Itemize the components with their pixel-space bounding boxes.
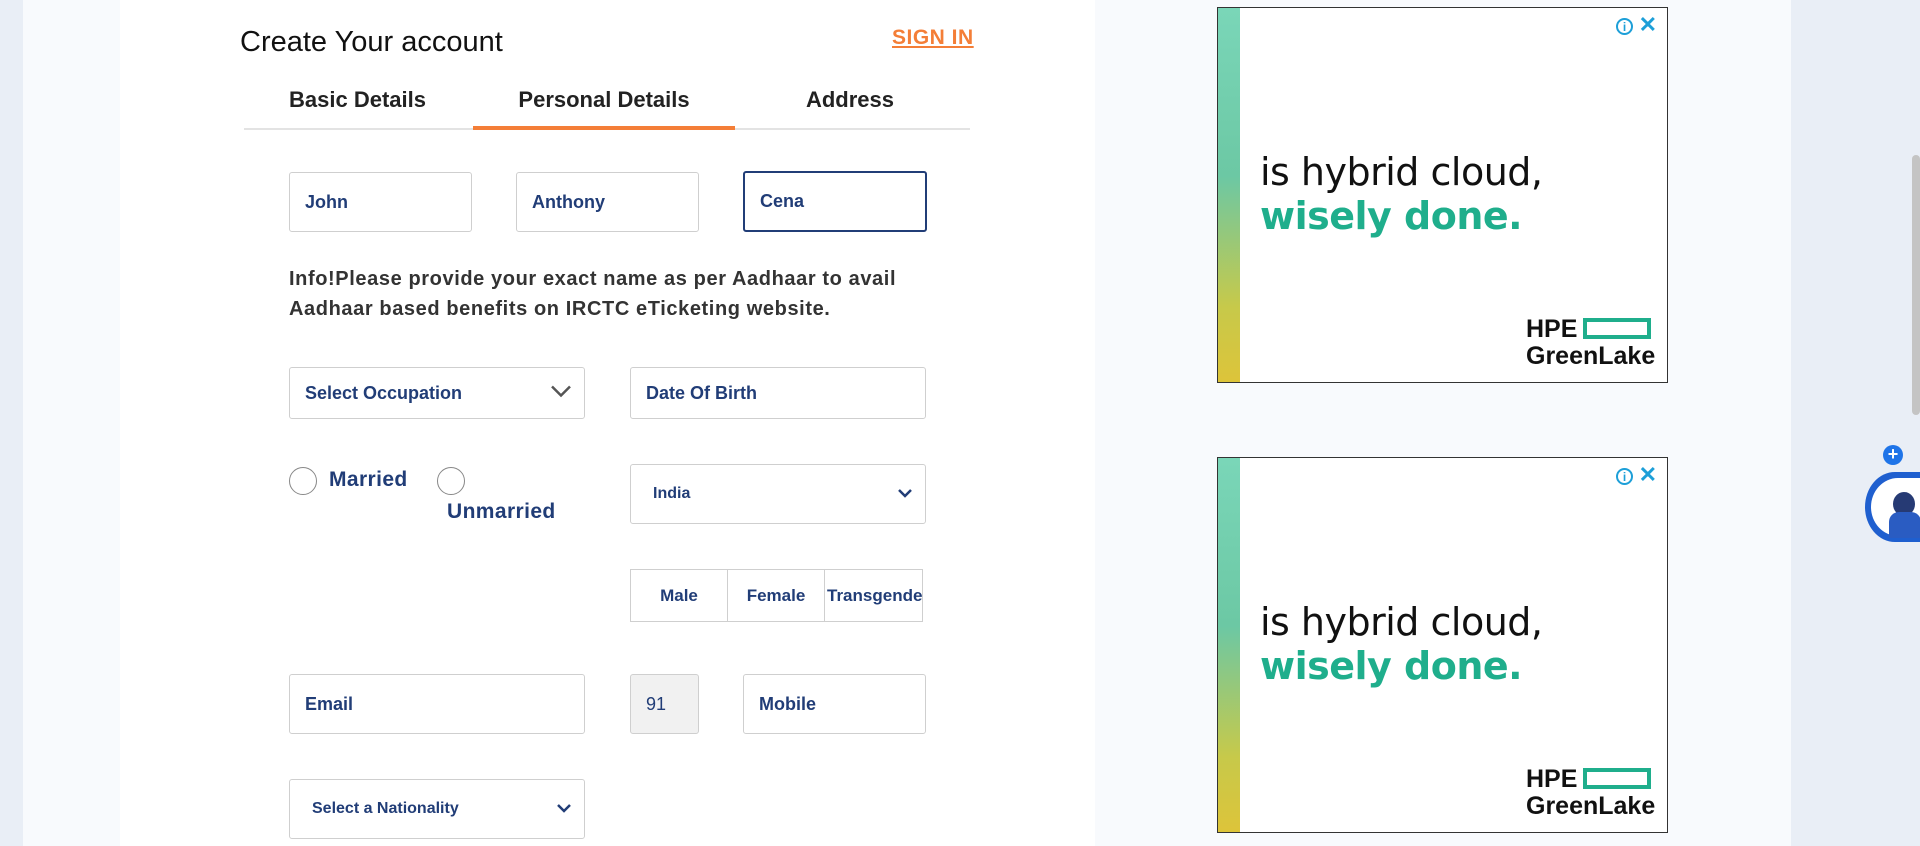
gender-male-button[interactable]: Male (630, 569, 728, 622)
mobile-input[interactable]: Mobile (743, 674, 926, 734)
gender-selector: Male Female Transgende (630, 569, 923, 622)
tab-address[interactable]: Address (735, 80, 965, 128)
last-name-input[interactable]: Cena (743, 171, 927, 232)
ad-logo-top: HPE (1526, 315, 1578, 343)
unmarried-label: Unmarried (447, 500, 556, 523)
nationality-select[interactable]: Select a Nationality (289, 779, 585, 839)
unmarried-radio[interactable] (437, 467, 465, 495)
hpe-logo-box-icon (1583, 767, 1652, 789)
chevron-down-icon (897, 485, 913, 503)
ad-gradient-bar (1218, 458, 1240, 832)
date-of-birth-input[interactable]: Date Of Birth (630, 367, 926, 419)
email-input[interactable]: Email (289, 674, 585, 734)
hpe-logo-box-icon (1583, 317, 1652, 339)
country-select[interactable]: India (630, 464, 926, 524)
married-radio[interactable] (289, 467, 317, 495)
gender-transgender-button[interactable]: Transgende (825, 569, 923, 622)
ad-info-icon[interactable]: i (1616, 18, 1633, 35)
ad-headline: is hybrid cloud, (1260, 150, 1543, 194)
form-tabs: Basic Details Personal Details Address (244, 80, 970, 130)
advertisement-banner[interactable]: i ✕ is hybrid cloud, wisely done. HPE Gr… (1217, 7, 1668, 383)
middle-name-input[interactable]: Anthony (516, 172, 699, 232)
ad-logo-bottom: GreenLake (1526, 342, 1656, 370)
sign-in-link[interactable]: SIGN IN (892, 26, 974, 50)
ad-tagline: wisely done. (1260, 644, 1523, 688)
tab-basic-details[interactable]: Basic Details (244, 80, 471, 128)
advertisement-banner[interactable]: i ✕ is hybrid cloud, wisely done. HPE Gr… (1217, 457, 1668, 833)
country-code-field: 91 (630, 674, 699, 734)
first-name-input[interactable]: John (289, 172, 472, 232)
ad-headline: is hybrid cloud, (1260, 600, 1543, 644)
ad-info-icon[interactable]: i (1616, 468, 1633, 485)
page-scrollbar[interactable] (1912, 155, 1920, 415)
assistant-avatar-frame (1871, 478, 1920, 538)
occupation-select[interactable]: Select Occupation (289, 367, 585, 419)
country-select-value: India (653, 485, 691, 502)
chevron-down-icon (550, 383, 572, 404)
hpe-greenlake-logo: HPE GreenLake (1526, 316, 1655, 370)
ask-disha-assistant-button[interactable] (1865, 472, 1920, 542)
occupation-select-label: Select Occupation (305, 382, 463, 403)
hpe-greenlake-logo: HPE GreenLake (1526, 766, 1655, 820)
ad-close-icon[interactable]: ✕ (1639, 14, 1657, 36)
tab-personal-details[interactable]: Personal Details (473, 80, 735, 130)
married-label: Married (329, 468, 408, 491)
ad-gradient-bar (1218, 8, 1240, 382)
chevron-down-icon (556, 800, 572, 818)
ad-logo-bottom: GreenLake (1526, 792, 1656, 820)
plus-icon[interactable]: + (1883, 445, 1903, 465)
nationality-select-value: Select a Nationality (312, 800, 459, 817)
ad-logo-top: HPE (1526, 765, 1578, 793)
ad-tagline: wisely done. (1260, 194, 1523, 238)
assistant-avatar-body (1889, 512, 1920, 538)
gender-female-button[interactable]: Female (728, 569, 825, 622)
aadhaar-info-message: Info!Please provide your exact name as p… (289, 268, 897, 320)
ad-close-icon[interactable]: ✕ (1639, 464, 1657, 486)
page-title: Create Your account (240, 26, 503, 58)
